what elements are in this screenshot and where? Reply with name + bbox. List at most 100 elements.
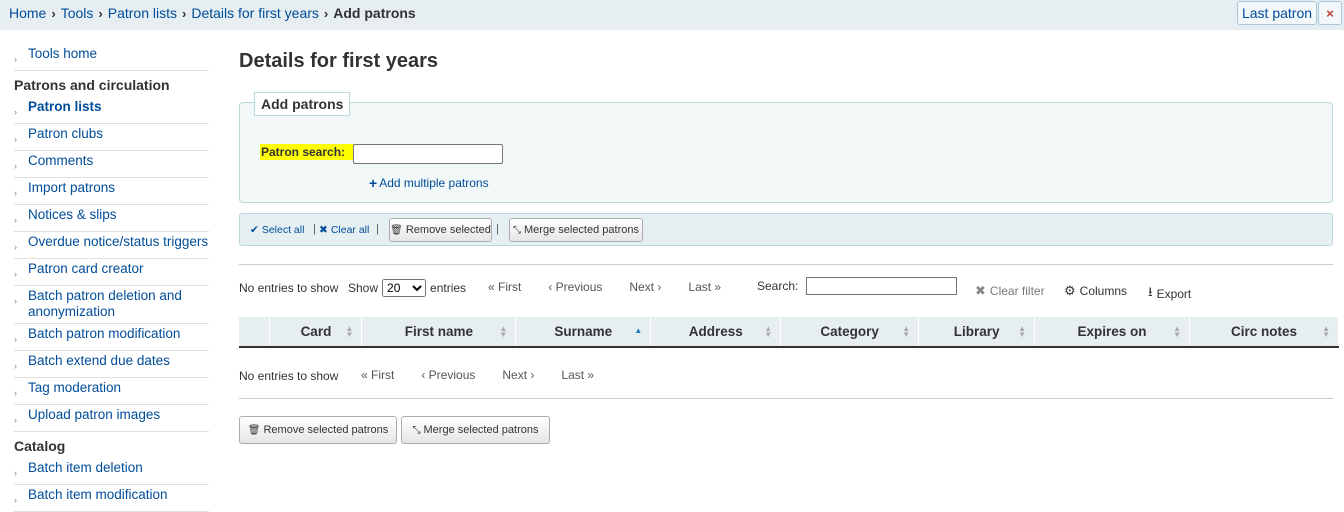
page-length-select[interactable]: 20 xyxy=(382,279,427,297)
pager-first[interactable]: « First xyxy=(488,280,521,294)
top-bar: Home › Tools › Patron lists › Details fo… xyxy=(0,0,1344,30)
download-icon: ⭳ xyxy=(1148,284,1153,299)
fieldset-legend: Add patrons xyxy=(254,92,351,116)
breadcrumb-separator: › xyxy=(323,5,329,21)
clear-all-label: Clear all xyxy=(330,224,370,236)
column-header-card[interactable]: Card ▲ ▼ xyxy=(269,317,363,348)
sort-ascending-icon: ▲ xyxy=(634,326,643,335)
sidebar-item-patron-card-creator[interactable]: › Patron card creator xyxy=(14,259,209,286)
sidebar-item-label: Batch patron deletion and anonymization xyxy=(28,288,182,319)
pager-previous[interactable]: ‹ Previous xyxy=(421,368,475,382)
sort-icon: ▲ ▼ xyxy=(1322,324,1330,339)
breadcrumb-list-details[interactable]: Details for first years xyxy=(191,5,319,21)
chevron-right-icon: › xyxy=(14,215,17,225)
columns-button[interactable]: ⚙ Columns xyxy=(1064,283,1127,299)
sidebar-item-patron-clubs[interactable]: › Patron clubs xyxy=(14,124,209,151)
sidebar-item-label: Batch patron modification xyxy=(28,326,181,341)
column-header-label: Surname xyxy=(554,324,613,339)
sidebar-item-label: Overdue notice/status triggers xyxy=(28,234,209,249)
sort-icon: ▲ ▼ xyxy=(345,324,354,339)
clear-filter-button[interactable]: ✖ Clear filter xyxy=(975,283,1045,299)
chevron-right-icon: › xyxy=(14,161,17,171)
compress-icon: ⤡ xyxy=(513,224,522,236)
sidebar-item-notices-slips[interactable]: › Notices & slips xyxy=(14,205,209,232)
gear-icon: ⚙ xyxy=(1064,283,1076,298)
remove-selected-patrons-button[interactable]: 🗑 Remove selected patrons xyxy=(239,416,397,444)
close-icon[interactable]: × xyxy=(1318,1,1342,25)
sidebar: › Tools home Patrons and circulation › Pa… xyxy=(14,44,209,512)
sidebar-item-batch-item-modification[interactable]: › Batch item modification xyxy=(14,485,209,512)
sidebar-item-batch-item-deletion[interactable]: › Batch item deletion xyxy=(14,458,209,485)
export-button[interactable]: ⭳ Export xyxy=(1148,283,1191,305)
column-header-label: Expires on xyxy=(1077,324,1147,339)
table-header-row: Card ▲ ▼ First name ▲ ▼ Surname ▲ Address ▲ ▼ C… xyxy=(239,317,1339,348)
sidebar-item-overdue-notice-status-triggers[interactable]: › Overdue notice/status triggers xyxy=(14,232,209,259)
trash-icon: 🗑 xyxy=(247,424,261,436)
pagination-top: « First ‹ Previous Next › Last » xyxy=(488,280,748,294)
column-header-category[interactable]: Category ▲ ▼ xyxy=(780,317,920,348)
columns-label: Columns xyxy=(1079,284,1128,298)
patrons-table: Card ▲ ▼ First name ▲ ▼ Surname ▲ Address ▲ ▼ C… xyxy=(239,317,1339,348)
pager-first[interactable]: « First xyxy=(361,368,394,382)
pager-next[interactable]: Next › xyxy=(629,280,661,294)
clear-all-link[interactable]: ✖ Clear all xyxy=(319,224,369,236)
sidebar-item-tag-moderation[interactable]: › Tag moderation xyxy=(14,378,209,405)
pager-last[interactable]: Last » xyxy=(561,368,594,382)
sidebar-item-label: Batch extend due dates xyxy=(28,353,170,368)
pager-next[interactable]: Next › xyxy=(502,368,534,382)
patron-search-input[interactable] xyxy=(353,144,503,164)
divider xyxy=(239,398,1333,399)
sidebar-item-tools-home[interactable]: › Tools home xyxy=(14,44,209,71)
column-header-library[interactable]: Library ▲ ▼ xyxy=(918,317,1036,348)
clear-filter-label: Clear filter xyxy=(989,284,1045,298)
sidebar-item-comments[interactable]: › Comments xyxy=(14,151,209,178)
chevron-right-icon: › xyxy=(14,134,17,144)
breadcrumb-home[interactable]: Home xyxy=(9,5,46,21)
sidebar-heading: Catalog xyxy=(14,438,66,454)
page-title: Details for first years xyxy=(239,50,438,72)
merge-selected-button[interactable]: ⤡ Merge selected patrons xyxy=(509,218,643,242)
sidebar-item-label: Comments xyxy=(28,153,94,168)
patron-search-label: Patron search: xyxy=(260,144,356,160)
merge-selected-patrons-button[interactable]: ⤡ Merge selected patrons xyxy=(401,416,550,444)
sidebar-item-batch-extend-due-dates[interactable]: › Batch extend due dates xyxy=(14,351,209,378)
remove-selected-patrons-label: Remove selected patrons xyxy=(263,424,389,436)
chevron-right-icon: › xyxy=(14,242,17,252)
sort-icon: ▲ ▼ xyxy=(1173,324,1181,339)
column-header-address[interactable]: Address ▲ ▼ xyxy=(650,317,782,348)
select-all-link[interactable]: ✔ Select all xyxy=(250,224,304,236)
column-header-circ-notes[interactable]: Circ notes ▲ ▼ xyxy=(1189,317,1339,348)
column-header-first-name[interactable]: First name ▲ ▼ xyxy=(361,317,517,348)
sidebar-item-batch-patron-modification[interactable]: › Batch patron modification xyxy=(14,324,209,351)
add-multiple-patrons-link[interactable]: + Add multiple patrons xyxy=(369,175,489,191)
sidebar-item-upload-patron-images[interactable]: › Upload patron images xyxy=(14,405,209,432)
page-length-control: Show 20 entries xyxy=(348,279,466,297)
last-patron-button[interactable]: Last patron xyxy=(1237,1,1317,25)
sidebar-item-import-patrons[interactable]: › Import patrons xyxy=(14,178,209,205)
column-header-surname[interactable]: Surname ▲ xyxy=(515,317,652,348)
sidebar-item-patron-lists[interactable]: › Patron lists xyxy=(14,97,209,124)
breadcrumb-tools[interactable]: Tools xyxy=(61,5,94,21)
column-header-expires-on[interactable]: Expires on ▲ ▼ xyxy=(1034,317,1190,348)
pager-last[interactable]: Last » xyxy=(688,280,721,294)
divider: | xyxy=(376,223,379,235)
sidebar-heading: Patrons and circulation xyxy=(14,77,170,93)
chevron-right-icon: › xyxy=(14,107,17,117)
sidebar-item-batch-patron-deletion-and-anonymization[interactable]: › Batch patron deletion and anonymization xyxy=(14,286,209,324)
select-all-label: Select all xyxy=(261,224,305,236)
sort-icon: ▲ ▼ xyxy=(902,324,911,339)
remove-selected-button[interactable]: 🗑 Remove selected xyxy=(389,218,492,242)
sidebar-item-label: Patron lists xyxy=(28,99,102,114)
pager-previous[interactable]: ‹ Previous xyxy=(548,280,602,294)
column-header-label: Category xyxy=(820,324,879,339)
table-search-input[interactable] xyxy=(806,277,958,295)
chevron-right-icon: › xyxy=(14,269,17,279)
column-header-select xyxy=(239,317,271,348)
sidebar-item-label: Upload patron images xyxy=(28,407,161,422)
column-header-label: Address xyxy=(688,324,743,339)
sidebar-item-label: Batch item modification xyxy=(28,487,168,502)
breadcrumb-separator: › xyxy=(98,5,103,21)
sidebar-item-label: Tag moderation xyxy=(28,380,122,395)
breadcrumb-patron-lists[interactable]: Patron lists xyxy=(108,5,177,21)
divider: | xyxy=(496,223,499,235)
